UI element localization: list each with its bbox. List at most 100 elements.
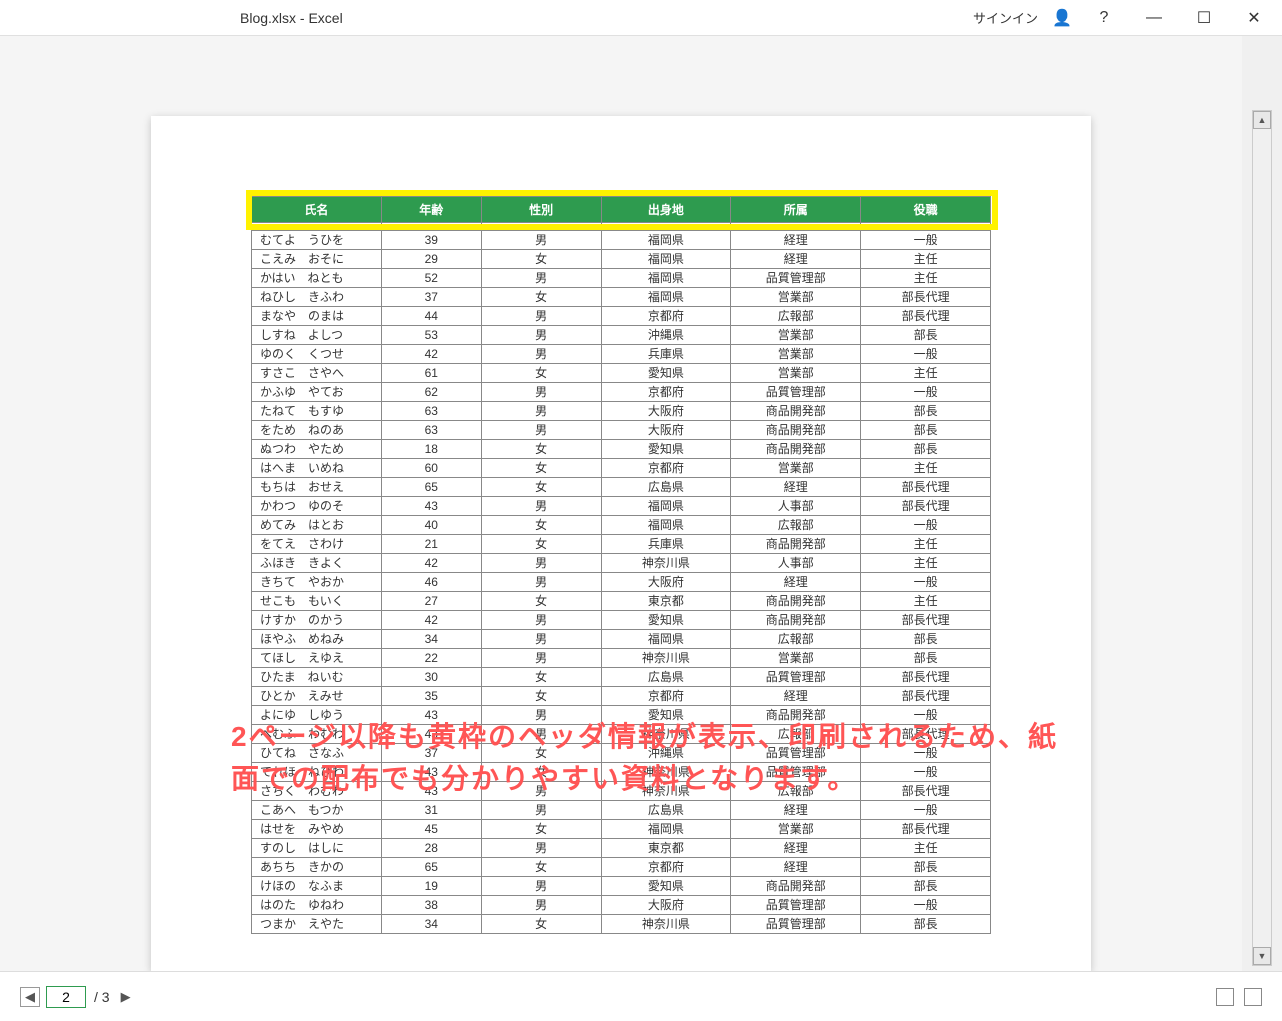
table-cell: 37 — [381, 288, 481, 307]
table-cell: 部長 — [861, 326, 991, 345]
titlebar: Blog.xlsx - Excel サインイン ? — ☐ ✕ — [0, 0, 1282, 36]
table-cell: 31 — [381, 801, 481, 820]
table-cell: 部長代理 — [861, 288, 991, 307]
table-cell: 一般 — [861, 706, 991, 725]
table-cell: 62 — [381, 383, 481, 402]
table-cell: 営業部 — [731, 820, 861, 839]
next-page-button[interactable]: ▶ — [116, 987, 136, 1007]
table-cell: すさこ さやへ — [252, 364, 382, 383]
table-cell: 一般 — [861, 744, 991, 763]
table-cell: 福岡県 — [601, 820, 731, 839]
table-cell: 男 — [481, 649, 601, 668]
table-cell: 男 — [481, 307, 601, 326]
table-cell: 男 — [481, 782, 601, 801]
close-button[interactable]: ✕ — [1236, 3, 1272, 33]
table-cell: 男 — [481, 877, 601, 896]
page-number-input[interactable] — [46, 986, 86, 1008]
table-cell: はせを みやめ — [252, 820, 382, 839]
scroll-up-arrow[interactable]: ▲ — [1253, 111, 1271, 129]
table-row-partial — [252, 223, 991, 231]
table-row: をてえ さわけ21女兵庫県商品開発部主任 — [252, 535, 991, 554]
table-cell: 愛知県 — [601, 440, 731, 459]
table-cell: 主任 — [861, 364, 991, 383]
table-cell: ひたま ねいむ — [252, 668, 382, 687]
table-cell: 34 — [381, 915, 481, 934]
table-cell: 部長 — [861, 630, 991, 649]
table-cell: 42 — [381, 611, 481, 630]
table-cell: 福岡県 — [601, 231, 731, 250]
table-cell: 営業部 — [731, 326, 861, 345]
prev-page-button[interactable]: ◀ — [20, 987, 40, 1007]
status-bar: ◀ / 3 ▶ — [0, 971, 1282, 1021]
table-cell: 経理 — [731, 250, 861, 269]
user-icon[interactable] — [1052, 8, 1072, 28]
table-row: はせを みやめ45女福岡県営業部部長代理 — [252, 820, 991, 839]
table-cell: かわつ ゆのそ — [252, 497, 382, 516]
table-cell: 営業部 — [731, 649, 861, 668]
table-cell: 大阪府 — [601, 402, 731, 421]
table-cell: 65 — [381, 858, 481, 877]
table-cell: 18 — [381, 440, 481, 459]
table-cell: 神奈川県 — [601, 915, 731, 934]
table-cell: 京都府 — [601, 858, 731, 877]
table-cell: あちち きかの — [252, 858, 382, 877]
table-cell: ほやふ めねみ — [252, 630, 382, 649]
table-cell: 部長代理 — [861, 478, 991, 497]
table-cell: 男 — [481, 269, 601, 288]
table-cell: 愛知県 — [601, 706, 731, 725]
table-cell: 主任 — [861, 459, 991, 478]
show-margins-icon[interactable] — [1216, 988, 1234, 1006]
table-row: をため ねのあ63男大阪府商品開発部部長 — [252, 421, 991, 440]
table-cell: 一般 — [861, 231, 991, 250]
table-cell: 主任 — [861, 269, 991, 288]
table-cell: 27 — [381, 592, 481, 611]
view-buttons — [1216, 988, 1262, 1006]
scroll-down-arrow[interactable]: ▼ — [1253, 947, 1271, 965]
minimize-button[interactable]: — — [1136, 3, 1172, 33]
table-cell: ひとか えみせ — [252, 687, 382, 706]
table-row: よにゆ しゆう43男愛知県商品開発部一般 — [252, 706, 991, 725]
table-cell: 福岡県 — [601, 497, 731, 516]
table-cell: 22 — [381, 649, 481, 668]
table-cell: ゆのく くつせ — [252, 345, 382, 364]
table-cell: 福岡県 — [601, 516, 731, 535]
table-cell: 神奈川県 — [601, 782, 731, 801]
table-cell: 男 — [481, 839, 601, 858]
table-cell: 経理 — [731, 478, 861, 497]
table-cell: 43 — [381, 763, 481, 782]
table-cell: 主任 — [861, 592, 991, 611]
zoom-to-page-icon[interactable] — [1244, 988, 1262, 1006]
table-cell: 女 — [481, 668, 601, 687]
table-cell: 部長 — [861, 440, 991, 459]
table-cell: 男 — [481, 611, 601, 630]
table-cell: 兵庫県 — [601, 535, 731, 554]
table-cell: 商品開発部 — [731, 592, 861, 611]
table-cell: 広島県 — [601, 801, 731, 820]
table-cell: 男 — [481, 383, 601, 402]
table-cell: 女 — [481, 440, 601, 459]
table-cell: 女 — [481, 763, 601, 782]
maximize-button[interactable]: ☐ — [1186, 3, 1222, 33]
table-cell: 21 — [381, 535, 481, 554]
vertical-scrollbar[interactable]: ▲ ▼ — [1252, 110, 1272, 966]
table-cell: まなや のまは — [252, 307, 382, 326]
table-cell: 部長代理 — [861, 497, 991, 516]
table-cell: 52 — [381, 269, 481, 288]
table-cell: 44 — [381, 307, 481, 326]
table-cell: 京都府 — [601, 307, 731, 326]
table-row: すのし はしに28男東京都経理主任 — [252, 839, 991, 858]
table-cell: ぬつわ やため — [252, 440, 382, 459]
table-cell: 42 — [381, 345, 481, 364]
table-cell: 主任 — [861, 839, 991, 858]
table-cell: もちは おせえ — [252, 478, 382, 497]
table-cell: 部長代理 — [861, 687, 991, 706]
table-cell: 男 — [481, 421, 601, 440]
table-cell: 男 — [481, 573, 601, 592]
signin-label[interactable]: サインイン — [973, 8, 1038, 27]
help-button[interactable]: ? — [1086, 3, 1122, 33]
table-cell: 愛知県 — [601, 364, 731, 383]
table-cell: てれほ ねひわ — [252, 763, 382, 782]
table-row: ゆのく くつせ42男兵庫県営業部一般 — [252, 345, 991, 364]
header-name: 氏名 — [252, 197, 382, 223]
table-cell: 商品開発部 — [731, 706, 861, 725]
